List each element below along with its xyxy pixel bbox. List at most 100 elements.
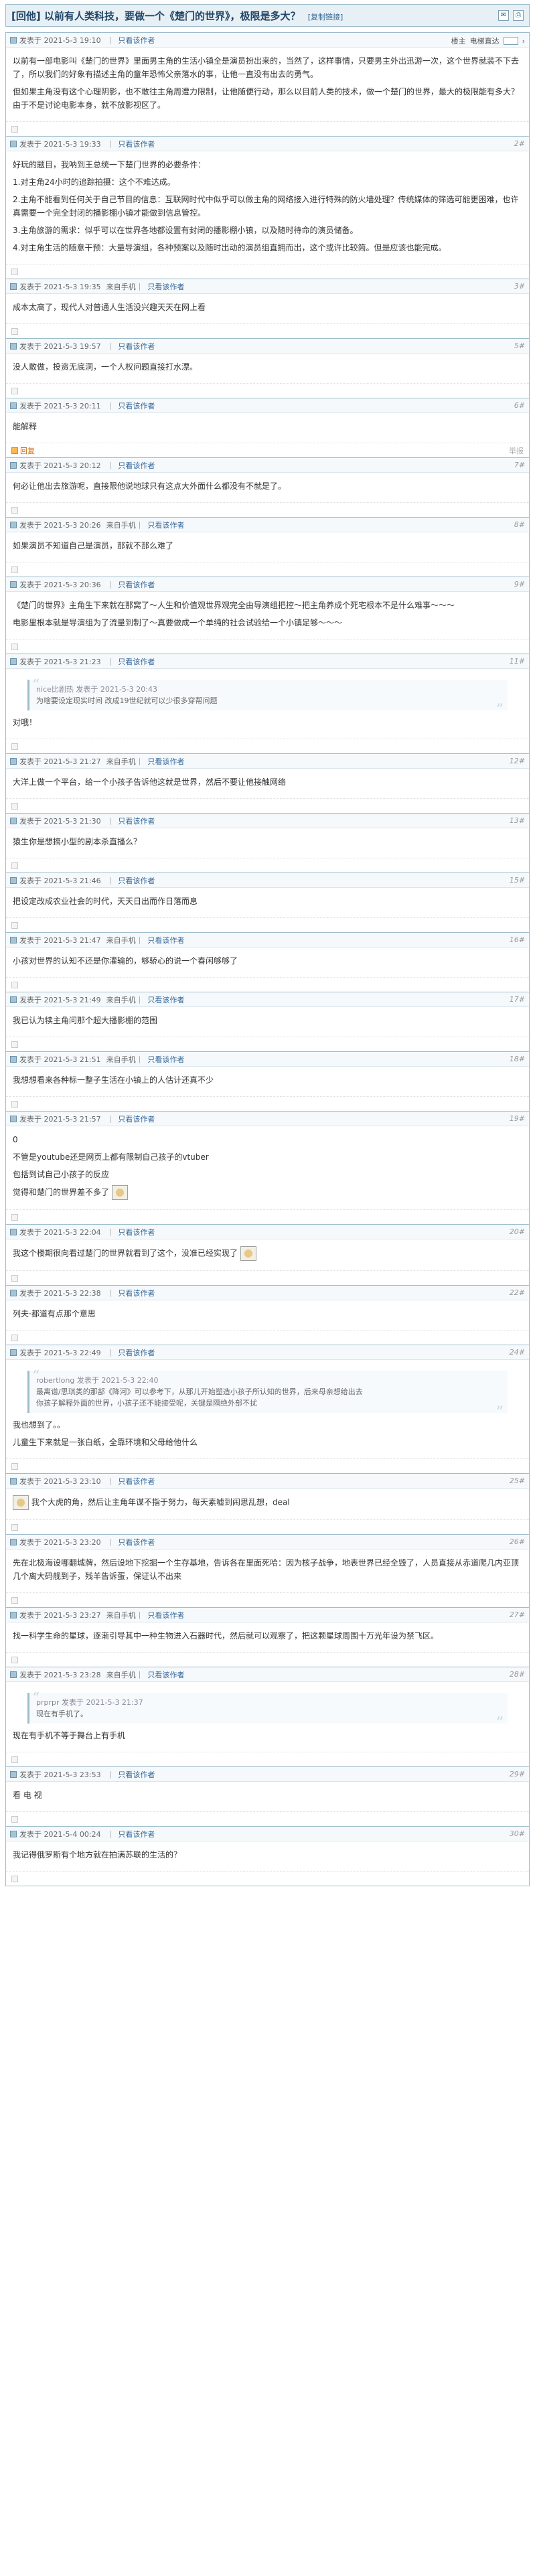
post-body: 《楚门的世界》主角生下来就在那窝了～人生和价值观世界观完全由导演组把控～把主角养… xyxy=(6,592,529,639)
reply-icon xyxy=(11,327,18,335)
floor-number[interactable]: 9# xyxy=(514,580,525,589)
reply-button[interactable] xyxy=(11,1213,20,1221)
mail-icon[interactable]: ✉ xyxy=(498,10,509,21)
reply-button[interactable] xyxy=(11,268,20,275)
only-author-link[interactable]: 只看该作者 xyxy=(147,935,184,945)
only-author-link[interactable]: 只看该作者 xyxy=(118,139,155,149)
reply-button[interactable] xyxy=(11,1875,20,1882)
floor-number[interactable]: 29# xyxy=(510,1770,525,1778)
floor-number[interactable]: 22# xyxy=(510,1288,525,1297)
only-author-link[interactable]: 只看该作者 xyxy=(118,1347,155,1358)
only-author-link[interactable]: 只看该作者 xyxy=(118,1769,155,1780)
separator: | xyxy=(108,580,112,589)
user-icon xyxy=(10,461,17,469)
reply-button[interactable] xyxy=(11,327,20,335)
only-author-link[interactable]: 只看该作者 xyxy=(118,1227,155,1237)
reply-button[interactable] xyxy=(11,566,20,573)
only-author-link[interactable]: 只看该作者 xyxy=(118,1288,155,1298)
only-author-link[interactable]: 只看该作者 xyxy=(147,1054,184,1065)
reply-tag[interactable]: [回他] xyxy=(11,10,41,22)
user-icon xyxy=(10,1671,17,1678)
reply-button[interactable] xyxy=(11,506,20,514)
floor-number[interactable]: 5# xyxy=(514,342,525,350)
reply-button[interactable] xyxy=(11,1100,20,1108)
reply-button[interactable] xyxy=(11,862,20,869)
floor-number[interactable]: 13# xyxy=(510,816,525,825)
post-text: 4.对主角生活的随意干预：大量导演组，各种预案以及随时出动的演员组直拥而出，这个… xyxy=(13,243,447,252)
reply-button[interactable] xyxy=(11,1274,20,1282)
print-icon[interactable]: ⎙ xyxy=(513,10,524,21)
floor-number[interactable]: 17# xyxy=(510,995,525,1004)
reply-button[interactable] xyxy=(11,387,20,394)
floor-number[interactable]: 30# xyxy=(510,1829,525,1838)
floor-number[interactable]: 8# xyxy=(514,520,525,529)
reply-button[interactable] xyxy=(11,125,20,133)
post-text: 能解释 xyxy=(13,422,37,431)
floor-number[interactable]: 11# xyxy=(510,657,525,666)
only-author-link[interactable]: 只看该作者 xyxy=(118,1537,155,1547)
reply-button[interactable]: 回复 xyxy=(11,445,35,456)
only-author-link[interactable]: 只看该作者 xyxy=(118,1114,155,1124)
reply-button[interactable] xyxy=(11,981,20,988)
only-author-link[interactable]: 只看该作者 xyxy=(118,460,155,471)
floor-number[interactable]: 24# xyxy=(510,1348,525,1357)
only-author-link[interactable]: 只看该作者 xyxy=(147,994,184,1005)
floor-number[interactable]: 28# xyxy=(510,1670,525,1679)
separator: | xyxy=(108,657,112,666)
copy-link-button[interactable]: [复制链接] xyxy=(308,13,343,21)
only-author-link[interactable]: 只看该作者 xyxy=(118,1829,155,1839)
floor-number[interactable]: 25# xyxy=(510,1476,525,1485)
floor-number[interactable]: 18# xyxy=(510,1055,525,1063)
post-head: 发表于 2021-5-3 19:10 | 只看该作者 楼主 电梯直达 › xyxy=(6,33,529,48)
floor-number[interactable]: 15# xyxy=(510,876,525,885)
only-author-link[interactable]: 只看该作者 xyxy=(118,579,155,590)
only-author-link[interactable]: 只看该作者 xyxy=(118,400,155,411)
thread-title-link[interactable]: 以前有人类科技，要做一个《楚门的世界》，极限是多大？ xyxy=(44,10,301,22)
floor-number[interactable]: 7# xyxy=(514,461,525,469)
post-time: 发表于 2021-5-3 20:26 xyxy=(19,520,101,530)
reply-button[interactable] xyxy=(11,1334,20,1341)
only-author-link[interactable]: 只看该作者 xyxy=(118,341,155,352)
report-button[interactable]: 举报 xyxy=(509,445,524,456)
post: 发表于 2021-5-3 23:53 | 只看该作者 29# 看 电 视 xyxy=(5,1767,530,1827)
post-actions xyxy=(6,739,529,753)
post-text: 觉得和楚门的世界差不多了 xyxy=(13,1187,110,1197)
post-body: 看 电 视 xyxy=(6,1782,529,1811)
reply-button[interactable] xyxy=(11,921,20,929)
floor-input[interactable] xyxy=(503,37,518,45)
only-author-link[interactable]: 只看该作者 xyxy=(118,35,155,46)
reply-button[interactable] xyxy=(11,1596,20,1604)
post-paragraph: 电影里根本就是导演组为了流量到制了～真要做成一个单纯的社会试验给一个小镇足够～～… xyxy=(13,616,522,629)
only-author-link[interactable]: 只看该作者 xyxy=(118,875,155,886)
floor-number[interactable]: 2# xyxy=(514,139,525,148)
floor-number[interactable]: 3# xyxy=(514,282,525,291)
only-author-link[interactable]: 只看该作者 xyxy=(147,756,184,767)
only-author-link[interactable]: 只看该作者 xyxy=(147,520,184,530)
reply-button[interactable] xyxy=(11,1815,20,1823)
only-author-link[interactable]: 只看该作者 xyxy=(118,816,155,826)
reply-button[interactable] xyxy=(11,1041,20,1048)
reply-button[interactable] xyxy=(11,1523,20,1531)
floor-number[interactable]: 12# xyxy=(510,757,525,765)
post-time: 发表于 2021-5-3 23:27 xyxy=(19,1610,101,1620)
post: 发表于 2021-5-3 23:27 来自手机 | 只看该作者 27# 找一科学生命的星球… xyxy=(5,1608,530,1667)
floor-number[interactable]: 19# xyxy=(510,1114,525,1123)
floor-number[interactable]: 6# xyxy=(514,401,525,410)
reply-button[interactable] xyxy=(11,1756,20,1763)
emoji-icon xyxy=(112,1185,129,1200)
floor-number[interactable]: 20# xyxy=(510,1227,525,1236)
only-author-link[interactable]: 只看该作者 xyxy=(147,1610,184,1620)
only-author-link[interactable]: 只看该作者 xyxy=(118,1476,155,1487)
reply-button[interactable] xyxy=(11,802,20,810)
floor-number[interactable]: 27# xyxy=(510,1610,525,1619)
only-author-link[interactable]: 只看该作者 xyxy=(147,281,184,292)
floor-number[interactable]: 26# xyxy=(510,1537,525,1546)
reply-button[interactable] xyxy=(11,1462,20,1470)
only-author-link[interactable]: 只看该作者 xyxy=(118,656,155,667)
floor-number[interactable]: 16# xyxy=(510,935,525,944)
reply-button[interactable] xyxy=(11,743,20,750)
chevron-right-icon[interactable]: › xyxy=(522,37,525,46)
only-author-link[interactable]: 只看该作者 xyxy=(147,1669,184,1680)
reply-button[interactable] xyxy=(11,1656,20,1663)
reply-button[interactable] xyxy=(11,643,20,650)
